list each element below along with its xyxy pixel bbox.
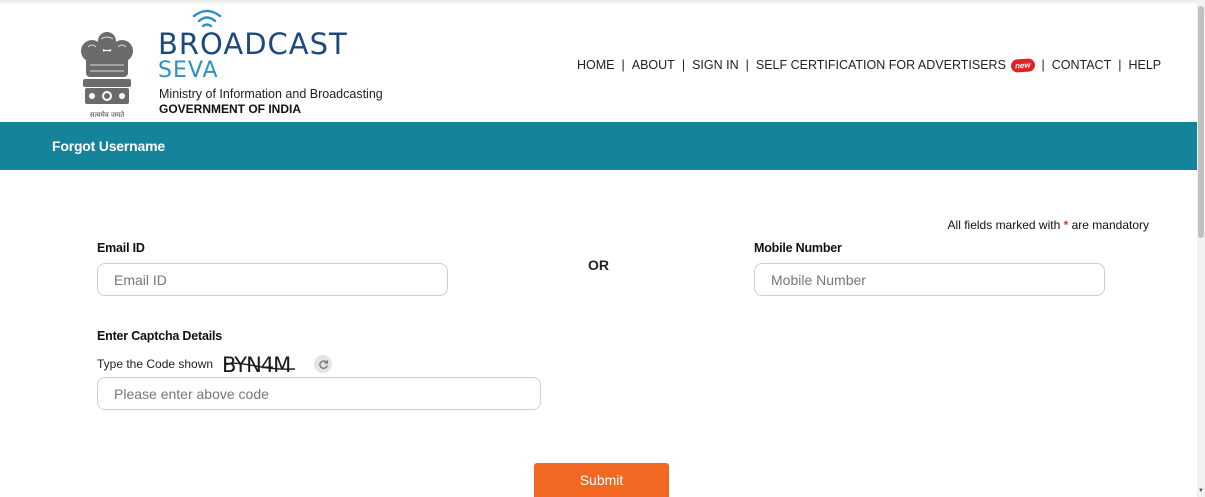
nav-separator: | [681,58,686,72]
government-name: GOVERNMENT OF INDIA [159,102,302,116]
broadcast-seva-logo[interactable]: BROADCAST SEVA Ministry of Information a… [157,5,397,122]
captcha-input[interactable] [97,377,541,410]
refresh-captcha-button[interactable] [314,355,333,373]
nav-help[interactable]: HELP [1128,58,1161,72]
mandatory-star: * [1063,218,1069,232]
new-badge: new [1010,57,1035,73]
nav-contact[interactable]: CONTACT [1052,58,1112,72]
email-input[interactable] [97,263,448,296]
mandatory-suffix: are mandatory [1071,218,1149,232]
logo-subtitle: SEVA [158,58,219,83]
header: सत्यमेव जयते BROADCAST SEVA Ministry of … [0,5,1197,122]
page: सत्यमेव जयते BROADCAST SEVA Ministry of … [0,0,1197,497]
scrollbar-thumb[interactable] [1198,6,1204,238]
or-divider: OR [588,257,609,273]
captcha-heading: Enter Captcha Details [97,329,223,343]
mobile-label: Mobile Number [754,241,842,255]
nav-separator: | [1041,58,1045,72]
mandatory-prefix: All fields marked with [947,218,1061,232]
email-label: Email ID [97,241,145,255]
nav-separator: | [1118,58,1122,72]
mandatory-note: All fields marked with * are mandatory [948,218,1149,232]
scrollbar[interactable]: ▼ [1197,0,1205,497]
page-title-bar: Forgot Username [0,122,1197,170]
nav-self-certification[interactable]: SELF CERTIFICATION FOR ADVERTISERS [756,58,1006,72]
refresh-icon [318,359,328,369]
captcha-prompt: Type the Code shown [97,357,214,371]
mobile-input[interactable] [754,263,1105,296]
scroll-down-icon[interactable]: ▼ [1198,488,1204,494]
nav-about[interactable]: ABOUT [632,58,675,72]
nav-home[interactable]: HOME [577,58,615,72]
captcha-row: Type the Code shown BYN4M [97,353,333,375]
captcha-image: BYN4M [222,353,296,375]
nav-separator: | [621,58,625,72]
logo-title: BROADCAST [158,27,348,61]
top-nav: HOME | ABOUT | SIGN IN | SELF CERTIFICAT… [577,55,1161,75]
ministry-name: Ministry of Information and Broadcasting [159,87,383,101]
national-emblem-icon: सत्यमेव जयते [81,32,133,119]
page-title: Forgot Username [52,138,165,154]
nav-separator: | [745,58,749,72]
emblem-caption: सत्यमेव जयते [90,110,125,119]
submit-button[interactable]: Submit [534,463,669,497]
nav-sign-in[interactable]: SIGN IN [692,58,739,72]
